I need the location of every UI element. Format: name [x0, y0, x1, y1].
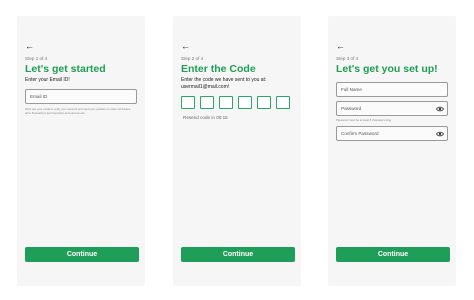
email-placeholder: Email ID	[30, 94, 48, 99]
step-indicator: Step 1 of 4	[25, 56, 48, 61]
email-hint: We'll use your email to verify your acco…	[25, 107, 131, 115]
page-subtitle: Enter the code we have sent to you at: u…	[181, 77, 267, 90]
password-field[interactable]: Password	[336, 101, 448, 116]
continue-button[interactable]: Continue	[336, 247, 450, 262]
password-placeholder: Password	[341, 106, 362, 111]
otp-digit-input[interactable]	[276, 96, 290, 109]
otp-digit-input[interactable]	[200, 96, 214, 109]
eye-icon[interactable]	[436, 130, 444, 138]
confirm-password-placeholder: Confirm Password	[341, 131, 379, 136]
otp-digit-input[interactable]	[181, 96, 195, 109]
confirm-password-field[interactable]: Confirm Password	[336, 126, 448, 141]
full-name-placeholder: Full Name	[341, 87, 362, 92]
screen-step-3: ← Step 3 of 4 Let's get you set up! Full…	[328, 16, 456, 286]
back-arrow-icon[interactable]: ←	[181, 42, 193, 51]
page-title: Let's get you set up!	[336, 63, 438, 75]
page-title: Enter the Code	[181, 63, 256, 75]
resend-code-timer: Resend code in 00:16	[183, 115, 228, 120]
step-indicator: Step 2 of 4	[181, 56, 204, 61]
password-hint: Password must be at least 8 characters l…	[336, 118, 392, 122]
page-title: Let's get started	[25, 63, 106, 75]
back-arrow-icon[interactable]: ←	[25, 42, 37, 51]
email-field[interactable]: Email ID	[25, 89, 137, 104]
otp-input-group	[181, 96, 290, 109]
full-name-field[interactable]: Full Name	[336, 82, 448, 97]
continue-button[interactable]: Continue	[25, 247, 139, 262]
continue-button[interactable]: Continue	[181, 247, 295, 262]
eye-icon[interactable]	[436, 105, 444, 113]
back-arrow-icon[interactable]: ←	[336, 42, 348, 51]
otp-digit-input[interactable]	[238, 96, 252, 109]
otp-digit-input[interactable]	[219, 96, 233, 109]
screen-step-1: ← Step 1 of 4 Let's get started Enter yo…	[17, 16, 145, 286]
otp-digit-input[interactable]	[257, 96, 271, 109]
screen-step-2: ← Step 2 of 4 Enter the Code Enter the c…	[173, 16, 301, 286]
page-subtitle: Enter your Email ID!	[25, 77, 70, 83]
step-indicator: Step 3 of 4	[336, 56, 359, 61]
